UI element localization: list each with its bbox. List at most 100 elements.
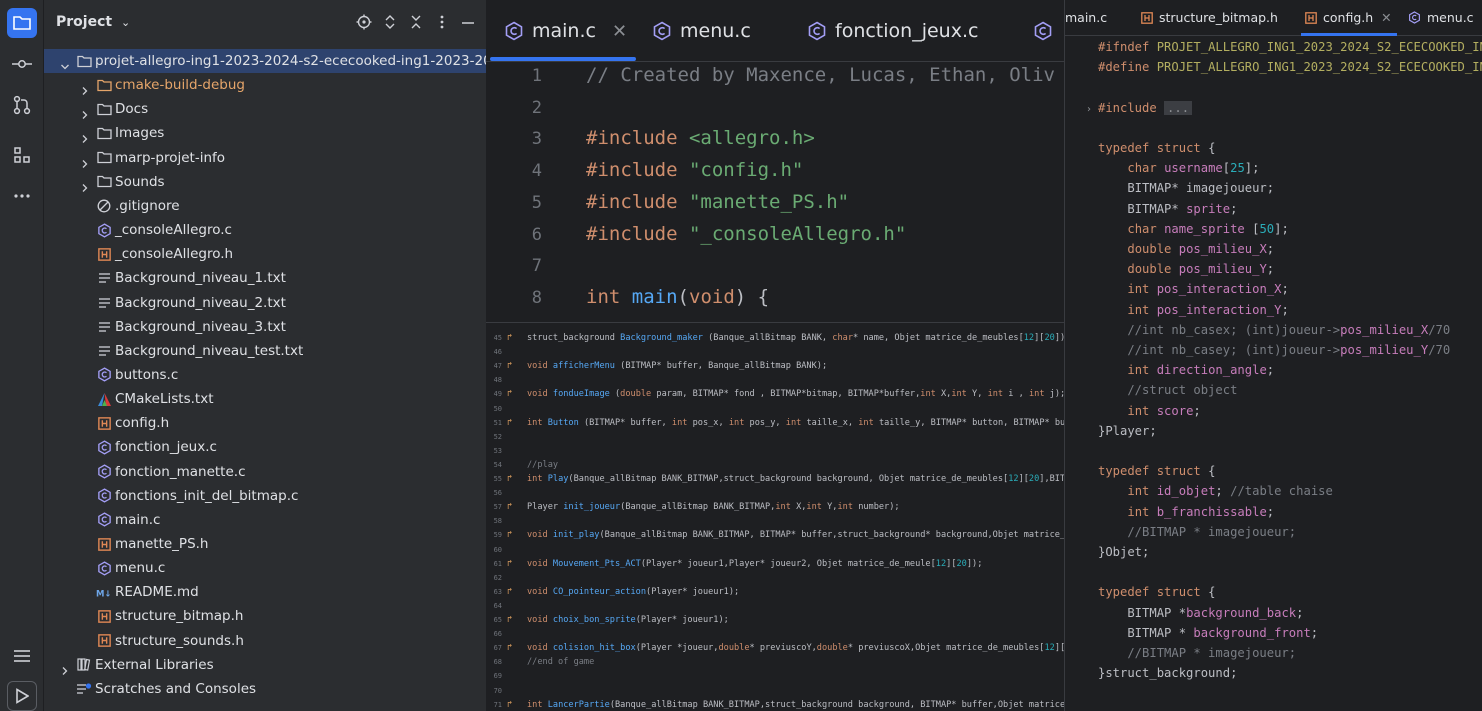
todo-icon[interactable]: [7, 641, 37, 671]
tree-folder[interactable]: cmake-build-debug: [44, 73, 486, 97]
implementation-gutter-icon[interactable]: ↱: [507, 361, 515, 371]
line-number: 55: [493, 475, 502, 483]
implementation-gutter-icon[interactable]: ↱: [507, 700, 515, 710]
code-text: void colision_hit_box(Player *joueur,dou…: [527, 643, 1064, 654]
implementation-gutter-icon[interactable]: ↱: [507, 474, 515, 484]
tree-file[interactable]: Background_niveau_3.txt: [44, 315, 486, 339]
tree-file[interactable]: .gitignore: [44, 194, 486, 218]
implementation-gutter-icon[interactable]: ↱: [507, 389, 515, 399]
tab-main-c[interactable]: main.c ✕: [504, 16, 627, 46]
chevron-right-icon[interactable]: [80, 104, 90, 120]
tree-file[interactable]: Background_niveau_2.txt: [44, 291, 486, 315]
tree-file[interactable]: Background_niveau_1.txt: [44, 266, 486, 290]
code-line: //int nb_casey; (int)joueur->pos_milieu_…: [1098, 343, 1451, 357]
hide-panel-icon[interactable]: [459, 12, 476, 32]
run-icon[interactable]: [7, 681, 37, 711]
line-number: 69: [493, 672, 502, 681]
chevron-right-icon[interactable]: [80, 128, 90, 144]
project-title-dropdown[interactable]: Project ⌄: [56, 14, 130, 30]
tree-file[interactable]: Background_niveau_test.txt: [44, 339, 486, 363]
commit-icon[interactable]: [7, 49, 37, 79]
code-line: 55 ↱ int Play(Banque_allBitmap BANK_BITMAP…: [486, 472, 1064, 486]
tree-file[interactable]: fonction_manette.c: [44, 460, 486, 484]
line-number: 49: [493, 390, 502, 399]
tree-folder[interactable]: Images: [44, 121, 486, 145]
chevron-down-icon[interactable]: [60, 56, 70, 70]
tree-file[interactable]: CMakeLists.txt: [44, 387, 486, 411]
tab-menu-c[interactable]: menu.c: [652, 16, 751, 46]
tree-file[interactable]: main.c: [44, 508, 486, 532]
folder-icon: [96, 125, 112, 141]
code-line: 46: [486, 345, 1064, 359]
rtab-structure-bitmap-h[interactable]: structure_bitmap.h: [1141, 10, 1278, 25]
implementation-gutter-icon[interactable]: ↱: [507, 530, 515, 540]
chevron-right-icon[interactable]: [80, 177, 90, 192]
tree-file[interactable]: buttons.c: [44, 363, 486, 387]
more-tools-icon[interactable]: [7, 181, 37, 211]
tree-file[interactable]: structure_bitmap.h: [44, 604, 486, 628]
chevron-right-icon[interactable]: [80, 80, 90, 96]
chevron-right-icon[interactable]: [60, 660, 70, 675]
code-line: typedef struct {: [1098, 141, 1216, 155]
implementation-gutter-icon[interactable]: ↱: [507, 643, 515, 653]
project-panel-header: Project ⌄: [44, 0, 486, 46]
tree-file[interactable]: structure_sounds.h: [44, 629, 486, 653]
tree-file[interactable]: _consoleAllegro.c: [44, 218, 486, 242]
implementation-gutter-icon[interactable]: ↱: [507, 587, 515, 597]
tree-file[interactable]: _consoleAllegro.h: [44, 242, 486, 266]
rtab-main-c[interactable]: main.c: [1065, 10, 1107, 25]
c-file-icon: [96, 512, 112, 528]
implementation-gutter-icon[interactable]: ↱: [507, 502, 515, 512]
expand-all-icon[interactable]: [381, 12, 398, 32]
implementation-gutter-icon[interactable]: ↱: [507, 333, 515, 343]
tree-folder[interactable]: Docs: [44, 97, 486, 121]
locate-file-icon[interactable]: [355, 12, 372, 32]
tree-file[interactable]: config.h: [44, 411, 486, 435]
folder-icon: [96, 101, 112, 117]
rtab-menu-c[interactable]: menu.c: [1408, 10, 1474, 25]
tree-file[interactable]: menu.c: [44, 556, 486, 580]
code-line: 57 ↱ Player init_joueur(Banque_allBitmap B…: [486, 500, 1064, 514]
tree-folder[interactable]: marp-projet-info: [44, 146, 486, 170]
line-number: 71: [493, 700, 502, 709]
tab-overflow[interactable]: [1033, 16, 1061, 46]
implementation-gutter-icon[interactable]: ↱: [507, 615, 515, 625]
tree-file[interactable]: External Libraries: [44, 653, 486, 677]
code-line: double pos_milieu_Y;: [1127, 262, 1275, 277]
tree-file[interactable]: M↓ README.md: [44, 580, 486, 604]
tree-file[interactable]: Scratches and Consoles: [44, 677, 486, 701]
options-icon[interactable]: [433, 12, 450, 32]
tree-item-label: projet-allegro-ing1-2023-2024-s2-ececook…: [95, 53, 486, 69]
collapse-all-icon[interactable]: [407, 12, 424, 32]
line-number: 47: [493, 362, 502, 371]
tree-folder[interactable]: projet-allegro-ing1-2023-2024-s2-ececook…: [44, 49, 486, 73]
tree-item-label: fonctions_init_del_bitmap.c: [115, 487, 299, 504]
split-code-view[interactable]: 45 ↱ struct_background Background_maker (B…: [486, 322, 1064, 711]
tree-item-label: config.h: [115, 415, 170, 432]
line-number: 4: [531, 161, 542, 182]
tree-item-label: main.c: [115, 511, 161, 528]
line-number: 56: [493, 489, 502, 498]
pull-requests-icon[interactable]: [7, 90, 37, 120]
implementation-gutter-icon[interactable]: ↱: [507, 418, 515, 428]
tab-fonction-jeux-c[interactable]: fonction_jeux.c: [807, 16, 978, 46]
code-line: 62: [486, 571, 1064, 585]
code-line: 70: [486, 684, 1064, 698]
line-number: 5: [531, 192, 542, 213]
c-file-icon: [1409, 11, 1420, 24]
tree-file[interactable]: fonctions_init_del_bitmap.c: [44, 484, 486, 508]
tree-file[interactable]: manette_PS.h: [44, 532, 486, 556]
tree-folder[interactable]: Sounds: [44, 170, 486, 194]
implementation-gutter-icon[interactable]: ↱: [507, 559, 515, 569]
fold-chevron-icon[interactable]: ›: [1087, 104, 1091, 115]
chevron-right-icon[interactable]: [80, 153, 90, 168]
project-folder-icon[interactable]: [7, 8, 37, 38]
code-text: //play: [527, 459, 559, 470]
tree-item-label: Background_niveau_1.txt: [115, 270, 286, 287]
structure-icon[interactable]: [7, 140, 37, 170]
rtab-config-h[interactable]: config.h ✕: [1305, 10, 1392, 25]
close-icon[interactable]: ✕: [612, 21, 627, 42]
tree-file[interactable]: fonction_jeux.c: [44, 435, 486, 459]
close-icon[interactable]: ✕: [1381, 10, 1391, 25]
gitignore-icon: [96, 198, 112, 214]
